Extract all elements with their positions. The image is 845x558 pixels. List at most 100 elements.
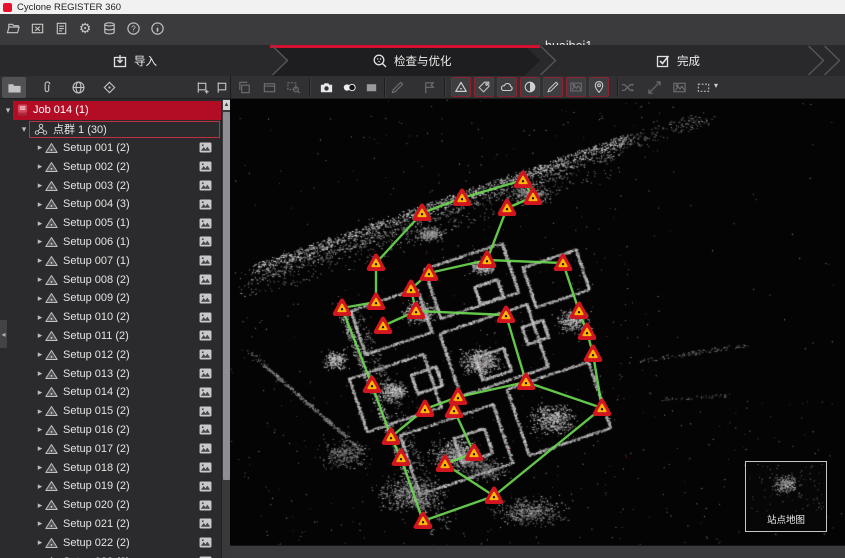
setup-marker[interactable] [516, 173, 530, 186]
pano-image-icon[interactable] [199, 142, 212, 153]
tree-setup-row[interactable]: ▸ Setup 012 (2) [0, 345, 221, 364]
copy-icon[interactable] [236, 79, 253, 96]
setup-marker[interactable] [335, 301, 349, 314]
expand-caret-icon[interactable]: ▸ [35, 161, 45, 172]
pano-image-icon[interactable] [199, 236, 212, 247]
scrollbar-thumb[interactable] [223, 112, 230, 480]
pano-image-icon[interactable] [199, 518, 212, 529]
toggle-images-icon[interactable] [566, 77, 586, 97]
expand-caret-icon[interactable]: ▸ [35, 537, 45, 548]
expand-caret-icon[interactable]: ▸ [35, 180, 45, 191]
site-map-minimap[interactable]: 站点地图 [745, 461, 827, 532]
tree-setup-row[interactable]: ▸ Setup 014 (2) [0, 383, 221, 402]
pano-image-icon[interactable] [199, 387, 212, 398]
tree-setup-row[interactable]: ▸ Setup 022 (2) [0, 533, 221, 552]
close-project-icon[interactable] [29, 20, 45, 36]
expand-caret-icon[interactable]: ▸ [35, 349, 45, 360]
gray-square-icon[interactable] [363, 79, 380, 96]
toggle-cloud-icon[interactable] [497, 77, 517, 97]
pano-image-icon[interactable] [199, 500, 212, 511]
tree-bundle-row[interactable]: ▾ 点群 1 (30) [0, 120, 221, 139]
tab-import[interactable]: 导入 [112, 45, 157, 76]
toggle-setups-icon[interactable] [451, 77, 471, 97]
expand-caret-icon[interactable]: ▸ [35, 500, 45, 511]
expand-caret-icon[interactable]: ▸ [35, 142, 45, 153]
tab-finish[interactable]: 完成 [655, 45, 700, 76]
tree-setup-row[interactable]: ▸ Setup 005 (1) [0, 214, 221, 233]
tree-setup-row[interactable]: ▸ Setup 020 (2) [0, 496, 221, 515]
tree-job-row[interactable]: ▾ Job 014 (1) [0, 101, 221, 120]
setup-marker[interactable] [415, 206, 429, 219]
pano-image-icon[interactable] [199, 180, 212, 191]
pano-image-icon[interactable] [199, 368, 212, 379]
collapse-caret-icon[interactable]: ▾ [3, 105, 13, 116]
expand-caret-icon[interactable]: ▸ [35, 330, 45, 341]
pano-image-icon[interactable] [199, 218, 212, 229]
setup-marker[interactable] [369, 295, 383, 308]
crop-icon[interactable] [646, 79, 663, 96]
tree-setup-row[interactable]: ▸ Setup 001 (2) [0, 139, 221, 158]
setup-marker[interactable] [394, 451, 408, 464]
toggle-gps-icon[interactable] [589, 77, 609, 97]
tree-setup-row[interactable]: ▸ Setup 017 (2) [0, 439, 221, 458]
pano-image-icon[interactable] [199, 481, 212, 492]
pano-image-icon[interactable] [199, 199, 212, 210]
toggle-measurements-icon[interactable] [543, 77, 563, 97]
attachments-tab[interactable] [35, 77, 59, 98]
setup-marker[interactable] [409, 304, 423, 317]
setup-marker[interactable] [526, 190, 540, 203]
tree-setup-row[interactable]: ▸ Setup 013 (2) [0, 364, 221, 383]
storage-database-icon[interactable] [101, 20, 117, 36]
expand-caret-icon[interactable]: ▸ [35, 293, 45, 304]
tree-setup-row[interactable]: ▸ Setup 004 (3) [0, 195, 221, 214]
tree-scrollbar[interactable]: ▲ [221, 99, 230, 558]
camera-icon[interactable] [318, 79, 335, 96]
tree-setup-row[interactable]: ▸ Setup 019 (2) [0, 477, 221, 496]
site-map-tab[interactable] [97, 77, 121, 98]
collapse-caret-icon[interactable]: ▾ [19, 124, 29, 135]
color-balls-icon[interactable] [341, 79, 358, 96]
window-select-dropdown-icon[interactable]: ▾ [714, 81, 718, 90]
setup-marker[interactable] [365, 378, 379, 391]
expand-caret-icon[interactable]: ▸ [35, 462, 45, 473]
tab-review-optimize[interactable]: 检查与优化 [372, 45, 452, 76]
setup-marker[interactable] [595, 401, 609, 414]
tree-setup-row[interactable]: ▸ Setup 003 (2) [0, 176, 221, 195]
tree-setup-row[interactable]: ▸ Setup 023 (2) [0, 552, 221, 558]
expand-caret-icon[interactable]: ▸ [35, 481, 45, 492]
open-project-icon[interactable] [5, 20, 21, 36]
pointcloud-viewport[interactable]: 站点地图 [230, 99, 845, 545]
expand-caret-icon[interactable]: ▸ [35, 368, 45, 379]
measure-pencil-icon[interactable] [389, 79, 406, 96]
expand-caret-icon[interactable]: ▸ [35, 218, 45, 229]
tree-setup-row[interactable]: ▸ Setup 016 (2) [0, 421, 221, 440]
pano-image-icon[interactable] [199, 274, 212, 285]
setup-marker[interactable] [455, 191, 469, 204]
tree-setup-row[interactable]: ▸ Setup 008 (2) [0, 270, 221, 289]
tree-setup-row[interactable]: ▸ Setup 009 (2) [0, 289, 221, 308]
help-icon[interactable]: ? [125, 20, 141, 36]
setup-marker[interactable] [586, 347, 600, 360]
expand-caret-icon[interactable]: ▸ [35, 312, 45, 323]
expand-caret-icon[interactable]: ▸ [35, 387, 45, 398]
tree-setup-row[interactable]: ▸ Setup 006 (1) [0, 233, 221, 252]
pano-image-icon[interactable] [199, 443, 212, 454]
toggle-targets-icon[interactable] [520, 77, 540, 97]
pano-image-icon[interactable] [199, 537, 212, 548]
setup-marker[interactable] [499, 308, 513, 321]
setup-marker[interactable] [580, 325, 594, 338]
info-icon[interactable] [149, 20, 165, 36]
web-tab[interactable] [66, 77, 90, 98]
flag-icon[interactable] [421, 79, 438, 96]
expand-caret-icon[interactable]: ▸ [35, 274, 45, 285]
job-selected-highlight[interactable]: Job 014 (1) [13, 101, 221, 120]
setup-marker[interactable] [376, 319, 390, 332]
pano-image-icon[interactable] [199, 161, 212, 172]
pano-image-icon[interactable] [199, 349, 212, 360]
pano-image-icon[interactable] [199, 406, 212, 417]
setup-marker[interactable] [418, 402, 432, 415]
setup-marker[interactable] [467, 446, 481, 459]
setup-marker[interactable] [480, 253, 494, 266]
setup-marker[interactable] [422, 266, 436, 279]
tree-setup-row[interactable]: ▸ Setup 007 (1) [0, 251, 221, 270]
